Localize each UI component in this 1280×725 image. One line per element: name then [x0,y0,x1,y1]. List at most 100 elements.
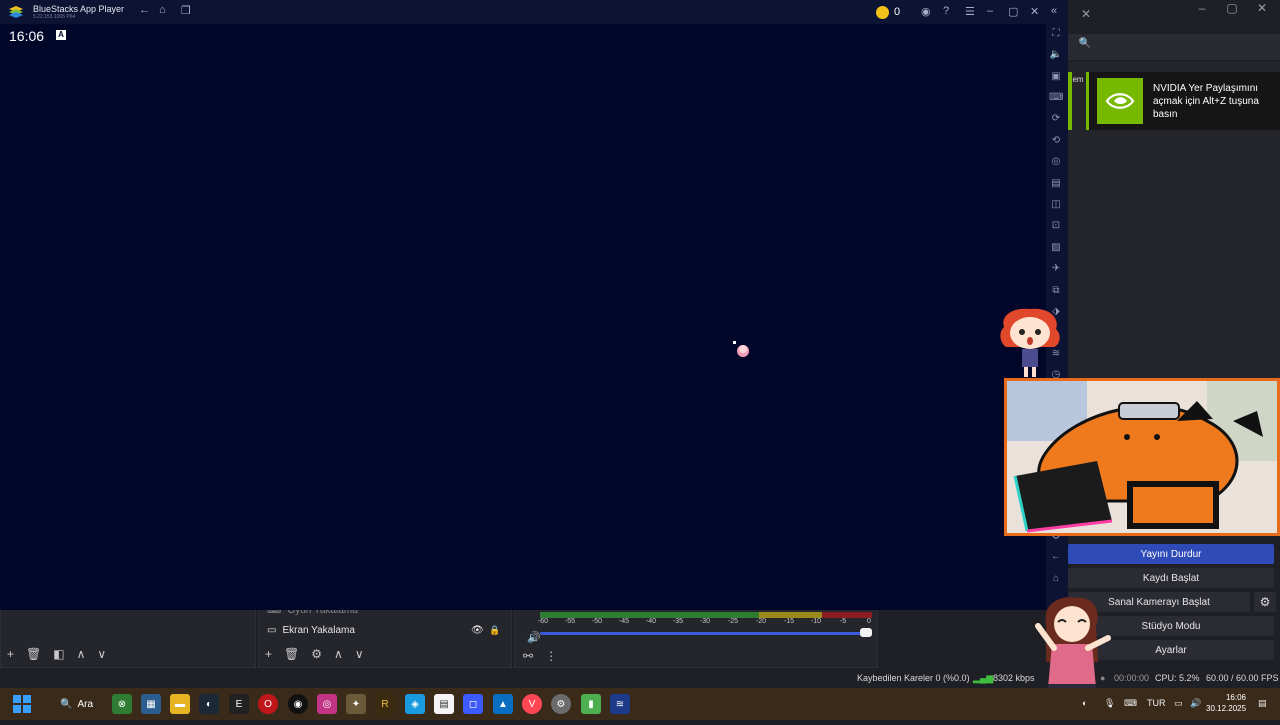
fullscreen-icon[interactable]: ⛶ [1049,27,1063,41]
start-record-button[interactable]: Kaydı Başlat [1068,568,1274,588]
home-icon[interactable]: ⌂ [1049,572,1063,586]
keyboard-icon[interactable]: ⌨ [1124,698,1137,709]
controller-icon[interactable]: ◎ [1049,155,1063,169]
record-icon[interactable]: ⊡ [1049,219,1063,233]
speaker-icon[interactable]: 🔊 [527,631,541,644]
meter-tick: -40 [645,618,657,625]
microphone-icon[interactable]: 🎙 [1104,698,1115,709]
steam-tray-icon[interactable]: ◐ [1082,698,1087,708]
bluestacks-titlebar: BlueStacks App Player 5.22.153.1005 P64 … [0,0,1068,24]
add-icon[interactable]: + [265,647,272,661]
source-row[interactable]: ▭ Ekran Yakalama [267,625,355,636]
app-icon[interactable]: ◻ [463,694,483,714]
game-character-sprite [732,340,752,360]
android-screen[interactable] [0,24,1046,610]
link-icon[interactable]: ⚯ [523,649,533,663]
network-icon[interactable]: ▭ [1174,698,1183,709]
app-icon[interactable]: ▦ [141,694,161,714]
meter-tick: -30 [699,618,711,625]
obs-titlebar: ✕ – ▢ ✕ [1068,0,1280,28]
move-up-icon[interactable]: ∧ [334,647,343,661]
volume-icon[interactable]: 🔊 [1190,698,1201,709]
anime-mascot-overlay [996,305,1064,379]
trash-icon[interactable]: 🗑 [26,647,41,661]
epic-games-icon[interactable]: E [229,694,249,714]
meter-tick: -35 [672,618,684,625]
bluestacks-icon[interactable]: ≋ [610,694,630,714]
windows-start-icon[interactable] [12,694,32,714]
collapse-sidebar-icon[interactable]: « [1051,5,1057,17]
coin-icon[interactable] [876,6,889,19]
bitrate: 8302 kbps [993,673,1035,683]
more-options-icon[interactable]: ⋮ [545,649,557,663]
virtual-camera-settings-icon[interactable]: ⚙ [1254,592,1276,612]
close-icon[interactable]: ✕ [1072,0,1100,28]
recent-apps-icon[interactable]: ❐ [181,4,191,17]
opera-icon[interactable]: O [258,694,278,714]
minimize-icon[interactable]: – [987,5,993,17]
game-icon[interactable]: ✦ [346,694,366,714]
account-icon[interactable]: ◉ [921,5,931,18]
app-icon[interactable]: ▮ [581,694,601,714]
app-icon[interactable]: ◈ [405,694,425,714]
volume-slider-track[interactable] [540,632,866,635]
move-up-icon[interactable]: ∧ [77,647,86,661]
maximize-icon[interactable]: ▢ [1008,5,1018,18]
back-icon[interactable]: ← [1049,550,1063,564]
language-indicator[interactable]: TUR [1147,698,1166,708]
home-icon[interactable]: ⌂ [159,4,166,16]
notification-icon[interactable]: ▤ [1258,698,1267,709]
multi-instance-icon[interactable]: ⧉ [1049,284,1063,298]
help-icon[interactable]: ? [943,5,949,17]
lock-icon[interactable]: 🔒 [489,625,500,636]
minimize-icon[interactable]: – [1188,0,1216,22]
steam-icon[interactable]: ◐ [199,694,219,714]
instagram-icon[interactable]: ◎ [317,694,337,714]
mixer-toolbar: ⚯ ⋮ [523,649,557,663]
obs-bottom-docks: + 🗑 ◧ ∧ ∨ ⌨ Oyun Yakalama ▭ Ekran Yakala… [0,605,1050,668]
taskbar-search-button[interactable]: 🔍 Ara [52,692,102,716]
monitor-icon: ▭ [267,625,277,636]
search-icon: 🔍 [60,698,73,710]
sync-icon[interactable]: ⟲ [1049,134,1063,148]
back-arrow-icon[interactable]: ← [139,4,150,16]
search-icon[interactable]: 🔍 [1074,38,1096,56]
meter-tick: -45 [618,618,630,625]
stop-stream-button[interactable]: Yayını Durdur [1068,544,1274,564]
rockstar-icon[interactable]: R [375,694,395,714]
file-explorer-icon[interactable]: ▬ [170,694,190,714]
meter-tick: -50 [591,618,603,625]
nvidia-overlay-toast[interactable]: NVIDIA Yer Paylaşımını açmak için Alt+Z … [1086,72,1280,130]
notepad-icon[interactable]: ▤ [434,694,454,714]
photos-icon[interactable]: ▲ [493,694,513,714]
menu-icon[interactable]: ☰ [965,5,975,18]
close-icon[interactable]: ✕ [1030,5,1039,18]
meter-tick: -25 [727,618,739,625]
close-window-icon[interactable]: ✕ [1248,0,1276,22]
maximize-icon[interactable]: ▢ [1218,0,1246,22]
macro-icon[interactable]: ▤ [1049,177,1063,191]
volume-icon[interactable]: 🔈 [1049,48,1063,62]
media-icon[interactable]: ▣ [1049,70,1063,84]
settings-icon[interactable]: ⚙ [551,694,571,714]
rotate-icon[interactable]: ⟳ [1049,112,1063,126]
gallery-icon[interactable]: ▨ [1049,241,1063,255]
add-icon[interactable]: + [7,647,14,661]
filter-icon[interactable]: ◧ [53,647,64,661]
coin-count: 0 [894,6,901,18]
move-down-icon[interactable]: ∨ [355,647,364,661]
valorant-icon[interactable]: V [522,694,542,714]
screenshot-icon[interactable]: ◫ [1049,198,1063,212]
obs-icon[interactable]: ◉ [288,694,308,714]
airplane-icon[interactable]: ✈ [1049,262,1063,276]
volume-slider-handle[interactable] [860,628,872,637]
trash-icon[interactable]: 🗑 [284,647,299,661]
nvidia-logo-icon [1097,78,1143,124]
visibility-eye-icon[interactable]: 👁 [471,625,484,636]
move-down-icon[interactable]: ∨ [97,647,106,661]
source-label: Ekran Yakalama [282,625,355,636]
taskbar-clock[interactable]: 16:06 30.12.2025 [1206,692,1246,714]
gear-icon[interactable]: ⚙ [311,647,322,661]
keyboard-icon[interactable]: ⌨ [1049,91,1063,105]
xbox-icon[interactable]: ⊗ [112,694,132,714]
